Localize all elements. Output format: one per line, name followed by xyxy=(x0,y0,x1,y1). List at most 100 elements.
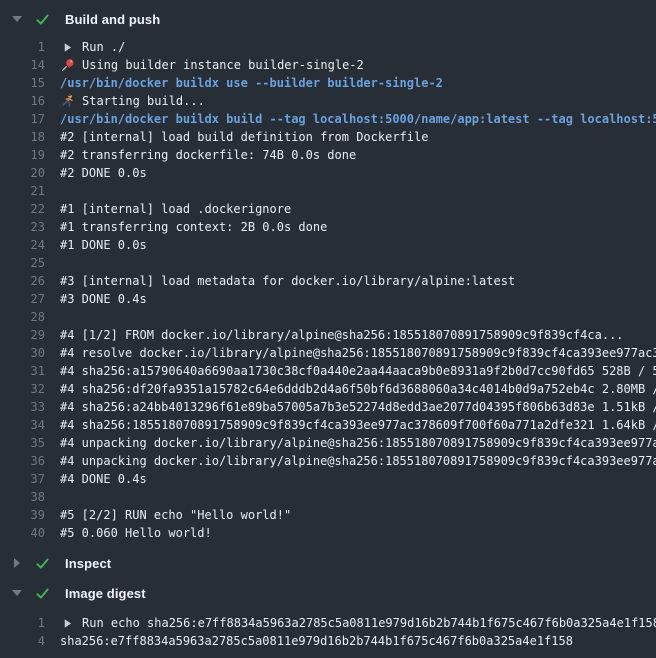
check-icon xyxy=(34,586,50,601)
log-text: #2 DONE 0.0s xyxy=(60,166,147,180)
log-line: 14 Using builder instance builder-single… xyxy=(0,56,656,74)
log-text: Run echo sha256:e7ff8834a5963a2785c5a081… xyxy=(82,616,656,630)
log-line: 29 #4 [1/2] FROM docker.io/library/alpin… xyxy=(0,326,656,344)
log-line: 30 #4 resolve docker.io/library/alpine@s… xyxy=(0,344,656,362)
log-text: #1 transferring context: 2B 0.0s done xyxy=(60,220,327,234)
log-line: 21 xyxy=(0,182,656,200)
log-text: #5 [2/2] RUN echo "Hello world!" xyxy=(60,508,291,522)
play-icon[interactable] xyxy=(60,40,75,55)
line-number[interactable]: 15 xyxy=(0,76,45,90)
section-title: Build and push xyxy=(65,12,160,27)
runner-icon xyxy=(60,94,75,109)
log-text: #5 0.060 Hello world! xyxy=(60,526,212,540)
log-text: #2 [internal] load build definition from… xyxy=(60,130,428,144)
log-text: #4 sha256:a24bb4013296f61e89ba57005a7b3e… xyxy=(60,400,656,414)
log-line: 22 #1 [internal] load .dockerignore xyxy=(0,200,656,218)
log-line: 24 #1 DONE 0.0s xyxy=(0,236,656,254)
log-text: sha256:e7ff8834a5963a2785c5a0811e979d16b… xyxy=(60,634,573,648)
play-icon[interactable] xyxy=(60,616,75,631)
section-title: Inspect xyxy=(65,556,111,571)
line-number[interactable]: 18 xyxy=(0,130,45,144)
log-line: 37 #4 DONE 0.4s xyxy=(0,470,656,488)
line-number[interactable]: 30 xyxy=(0,346,45,360)
log-text: /usr/bin/docker buildx use --builder bui… xyxy=(60,76,443,90)
line-number[interactable]: 28 xyxy=(0,310,45,324)
section-title: Image digest xyxy=(65,586,146,601)
chevron-down-icon[interactable] xyxy=(11,590,23,596)
log-text: #4 resolve docker.io/library/alpine@sha2… xyxy=(60,346,656,360)
line-number[interactable]: 35 xyxy=(0,436,45,450)
section-log-lines: 1 Run echo sha256:e7ff8834a5963a2785c5a0… xyxy=(0,614,656,650)
line-number[interactable]: 26 xyxy=(0,274,45,288)
line-number[interactable]: 40 xyxy=(0,526,45,540)
log-line: 16 Starting build... xyxy=(0,92,656,110)
line-number[interactable]: 14 xyxy=(0,58,45,72)
log-line: 34 #4 sha256:185518070891758909c9f839cf4… xyxy=(0,416,656,434)
line-number[interactable]: 17 xyxy=(0,112,45,126)
section-header[interactable]: Image digest xyxy=(0,582,656,604)
log-text: #1 [internal] load .dockerignore xyxy=(60,202,291,216)
log-text: #4 unpacking docker.io/library/alpine@sh… xyxy=(60,454,656,468)
line-number[interactable]: 23 xyxy=(0,220,45,234)
line-number[interactable]: 34 xyxy=(0,418,45,432)
log-line: 23 #1 transferring context: 2B 0.0s done xyxy=(0,218,656,236)
log-text: #4 DONE 0.4s xyxy=(60,472,147,486)
section-header[interactable]: Inspect xyxy=(0,552,656,574)
line-number[interactable]: 25 xyxy=(0,256,45,270)
log-line: 28 xyxy=(0,308,656,326)
line-number[interactable]: 32 xyxy=(0,382,45,396)
chevron-right-icon[interactable] xyxy=(11,558,23,568)
line-number[interactable]: 38 xyxy=(0,490,45,504)
check-icon xyxy=(34,12,50,27)
log-section-build-and-push: Build and push 1 Run ./ 14 Using builder… xyxy=(0,8,656,542)
line-number[interactable]: 20 xyxy=(0,166,45,180)
log-line: 20 #2 DONE 0.0s xyxy=(0,164,656,182)
chevron-down-icon[interactable] xyxy=(11,16,23,22)
log-text: #4 sha256:df20fa9351a15782c64e6dddb2d4a6… xyxy=(60,382,656,396)
line-number[interactable]: 33 xyxy=(0,400,45,414)
log-text: Starting build... xyxy=(82,94,205,108)
log-text: #2 transferring dockerfile: 74B 0.0s don… xyxy=(60,148,356,162)
log-line: 36 #4 unpacking docker.io/library/alpine… xyxy=(0,452,656,470)
log-text: #1 DONE 0.0s xyxy=(60,238,147,252)
line-number[interactable]: 1 xyxy=(0,616,45,630)
line-number[interactable]: 21 xyxy=(0,184,45,198)
log-line: 35 #4 unpacking docker.io/library/alpine… xyxy=(0,434,656,452)
log-line: 27 #3 DONE 0.4s xyxy=(0,290,656,308)
log-line: 17 /usr/bin/docker buildx build --tag lo… xyxy=(0,110,656,128)
log-text: #3 [internal] load metadata for docker.i… xyxy=(60,274,515,288)
log-text: #4 sha256:185518070891758909c9f839cf4ca3… xyxy=(60,418,656,432)
line-number[interactable]: 22 xyxy=(0,202,45,216)
log-line: 33 #4 sha256:a24bb4013296f61e89ba57005a7… xyxy=(0,398,656,416)
log-line: 1 Run echo sha256:e7ff8834a5963a2785c5a0… xyxy=(0,614,656,632)
line-number[interactable]: 19 xyxy=(0,148,45,162)
line-number[interactable]: 1 xyxy=(0,40,45,54)
log-line: 38 xyxy=(0,488,656,506)
line-number[interactable]: 39 xyxy=(0,508,45,522)
log-line: 31 #4 sha256:a15790640a6690aa1730c38cf0a… xyxy=(0,362,656,380)
log-line: 18 #2 [internal] load build definition f… xyxy=(0,128,656,146)
workflow-log-viewer: Build and push 1 Run ./ 14 Using builder… xyxy=(0,0,656,658)
log-text: /usr/bin/docker buildx build --tag local… xyxy=(60,112,656,126)
log-line: 32 #4 sha256:df20fa9351a15782c64e6dddb2d… xyxy=(0,380,656,398)
pushpin-icon xyxy=(60,58,75,73)
log-text: #3 DONE 0.4s xyxy=(60,292,147,306)
line-number[interactable]: 16 xyxy=(0,94,45,108)
line-number[interactable]: 29 xyxy=(0,328,45,342)
log-text: #4 sha256:a15790640a6690aa1730c38cf0a440… xyxy=(60,364,656,378)
log-line: 1 Run ./ xyxy=(0,38,656,56)
line-number[interactable]: 31 xyxy=(0,364,45,378)
log-line: 4 sha256:e7ff8834a5963a2785c5a0811e979d1… xyxy=(0,632,656,650)
line-number[interactable]: 24 xyxy=(0,238,45,252)
section-header[interactable]: Build and push xyxy=(0,8,656,30)
log-section-inspect: Inspect xyxy=(0,552,656,574)
line-number[interactable]: 27 xyxy=(0,292,45,306)
line-number[interactable]: 37 xyxy=(0,472,45,486)
line-number[interactable]: 36 xyxy=(0,454,45,468)
log-line: 15 /usr/bin/docker buildx use --builder … xyxy=(0,74,656,92)
log-line: 26 #3 [internal] load metadata for docke… xyxy=(0,272,656,290)
log-line: 25 xyxy=(0,254,656,272)
line-number[interactable]: 4 xyxy=(0,634,45,648)
log-text: Run ./ xyxy=(82,40,125,54)
log-text: #4 unpacking docker.io/library/alpine@sh… xyxy=(60,436,656,450)
